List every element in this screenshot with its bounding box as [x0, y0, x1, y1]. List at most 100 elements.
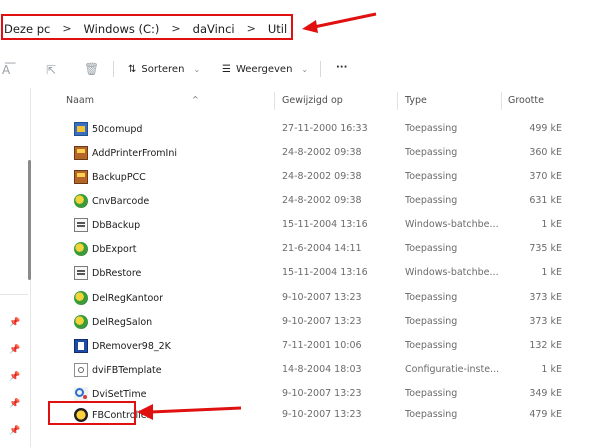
file-row[interactable]: DRemover98_2K 7-11-2001 10:06 Toepassing…	[30, 333, 597, 357]
chevron-down-icon: ⌄	[301, 65, 309, 74]
file-size: 499 kE	[529, 123, 562, 134]
file-type: Toepassing	[405, 316, 458, 327]
file-type: Toepassing	[405, 171, 458, 182]
delete-icon[interactable]: 🗑	[84, 62, 99, 76]
globe-app-icon	[74, 242, 88, 256]
file-modified: 27-11-2000 16:33	[282, 123, 368, 134]
file-row[interactable]: DelRegKantoor 9-10-2007 13:23 Toepassing…	[30, 285, 597, 309]
sort-button[interactable]: ⇅ Sorteren ⌄	[128, 64, 200, 75]
file-type: Toepassing	[405, 292, 458, 303]
file-size: 1 kE	[541, 267, 562, 278]
batch-file-icon	[74, 266, 88, 280]
pin-icon[interactable]: 📌	[9, 426, 20, 436]
file-size: 1 kE	[541, 364, 562, 375]
file-size: 373 kE	[529, 292, 562, 303]
file-name: DbExport	[92, 243, 137, 255]
column-type[interactable]: Type	[405, 95, 427, 106]
file-type: Toepassing	[405, 195, 458, 206]
column-size[interactable]: Grootte	[508, 95, 544, 106]
view-button[interactable]: ☰ Weergeven ⌄	[222, 64, 308, 75]
file-size: 631 kE	[529, 195, 562, 206]
sort-ascending-icon: ^	[192, 95, 199, 104]
globe-app-icon	[74, 291, 88, 305]
file-type: Toepassing	[405, 409, 458, 420]
file-size: 373 kE	[529, 316, 562, 327]
file-row[interactable]: dviFBTemplate 14-8-2004 18:03 Configurat…	[30, 357, 597, 381]
file-row[interactable]: DelRegSalon 9-10-2007 13:23 Toepassing 3…	[30, 309, 597, 333]
file-name: 50comupd	[92, 123, 143, 135]
file-type: Toepassing	[405, 123, 458, 134]
red-arrow-icon	[302, 12, 377, 33]
file-size: 370 kE	[529, 171, 562, 182]
dremover-app-icon	[74, 339, 88, 353]
globe-app-icon	[74, 315, 88, 329]
file-size: 132 kE	[529, 340, 562, 351]
address-bar: Deze pc > Windows (C:) > daVinci > Util	[0, 0, 565, 52]
globe-app-icon	[74, 194, 88, 208]
file-modified: 9-10-2007 13:23	[282, 316, 362, 327]
nav-divider	[0, 294, 28, 295]
search-app-icon	[74, 387, 88, 401]
column-name[interactable]: Naam	[66, 95, 94, 106]
file-modified: 9-10-2007 13:23	[282, 388, 362, 399]
pin-icon[interactable]: 📌	[9, 318, 20, 328]
file-modified: 24-8-2002 09:38	[282, 147, 362, 158]
batch-file-icon	[74, 218, 88, 232]
file-type: Toepassing	[405, 243, 458, 254]
navigation-pane: 📌 📌 📌 📌 📌	[0, 88, 31, 447]
file-modified: 24-8-2002 09:38	[282, 171, 362, 182]
share-icon[interactable]: ⇱	[46, 63, 56, 77]
file-row[interactable]: DbExport 21-6-2004 14:11 Toepassing 735 …	[30, 236, 597, 260]
toolbar-divider	[113, 61, 114, 77]
more-options-button[interactable]: ···	[336, 62, 347, 73]
column-separator[interactable]	[397, 92, 398, 110]
printer-app-icon	[74, 146, 88, 160]
file-size: 349 kE	[529, 388, 562, 399]
file-size: 360 kE	[529, 147, 562, 158]
file-size: 479 kE	[529, 409, 562, 420]
column-modified[interactable]: Gewijzigd op	[282, 95, 343, 106]
file-modified: 15-11-2004 13:16	[282, 267, 368, 278]
file-modified: 7-11-2001 10:06	[282, 340, 362, 351]
file-row[interactable]: DbBackup 15-11-2004 13:16 Windows-batchb…	[30, 212, 597, 236]
rename-icon[interactable]: A͞	[2, 63, 10, 77]
file-name: dviFBTemplate	[92, 364, 162, 376]
file-row[interactable]: CnvBarcode 24-8-2002 09:38 Toepassing 63…	[30, 188, 597, 212]
file-type: Windows-batchbe...	[405, 267, 499, 278]
file-row[interactable]: AddPrinterFromIni 24-8-2002 09:38 Toepas…	[30, 140, 597, 164]
file-type: Toepassing	[405, 388, 458, 399]
view-label: Weergeven	[235, 64, 293, 75]
file-type: Configuratie-inste...	[405, 364, 500, 375]
fbcontroller-highlight-box	[48, 401, 136, 425]
view-icon: ☰	[222, 64, 231, 75]
file-modified: 21-6-2004 14:11	[282, 243, 362, 254]
file-modified: 14-8-2004 18:03	[282, 364, 362, 375]
file-row[interactable]: 50comupd 27-11-2000 16:33 Toepassing 499…	[30, 116, 597, 140]
file-name: DbBackup	[92, 219, 141, 231]
pin-icon[interactable]: 📌	[9, 399, 20, 409]
file-row[interactable]: BackupPCC 24-8-2002 09:38 Toepassing 370…	[30, 164, 597, 188]
chevron-down-icon: ⌄	[193, 65, 201, 74]
file-name: CnvBarcode	[92, 195, 150, 207]
file-modified: 15-11-2004 13:16	[282, 219, 368, 230]
pin-icon[interactable]: 📌	[9, 372, 20, 382]
pin-icon[interactable]: 📌	[9, 345, 20, 355]
file-row[interactable]: DbRestore 15-11-2004 13:16 Windows-batch…	[30, 260, 597, 284]
toolbar-divider	[320, 61, 321, 77]
column-separator[interactable]	[501, 92, 502, 110]
file-type: Toepassing	[405, 340, 458, 351]
file-type: Toepassing	[405, 147, 458, 158]
config-file-icon	[74, 363, 88, 377]
file-name: DelRegKantoor	[92, 292, 164, 304]
breadcrumb-highlight-box	[1, 14, 293, 40]
app-icon	[74, 122, 88, 136]
file-name: BackupPCC	[92, 171, 146, 183]
column-header: ^ Naam Gewijzigd op Type Grootte	[30, 88, 597, 110]
file-name: DbRestore	[92, 267, 142, 279]
file-size: 1 kE	[541, 219, 562, 230]
printer-app-icon	[74, 170, 88, 184]
column-separator[interactable]	[274, 92, 275, 110]
file-name: AddPrinterFromIni	[92, 147, 177, 159]
file-type: Windows-batchbe...	[405, 219, 499, 230]
file-modified: 9-10-2007 13:23	[282, 409, 362, 420]
